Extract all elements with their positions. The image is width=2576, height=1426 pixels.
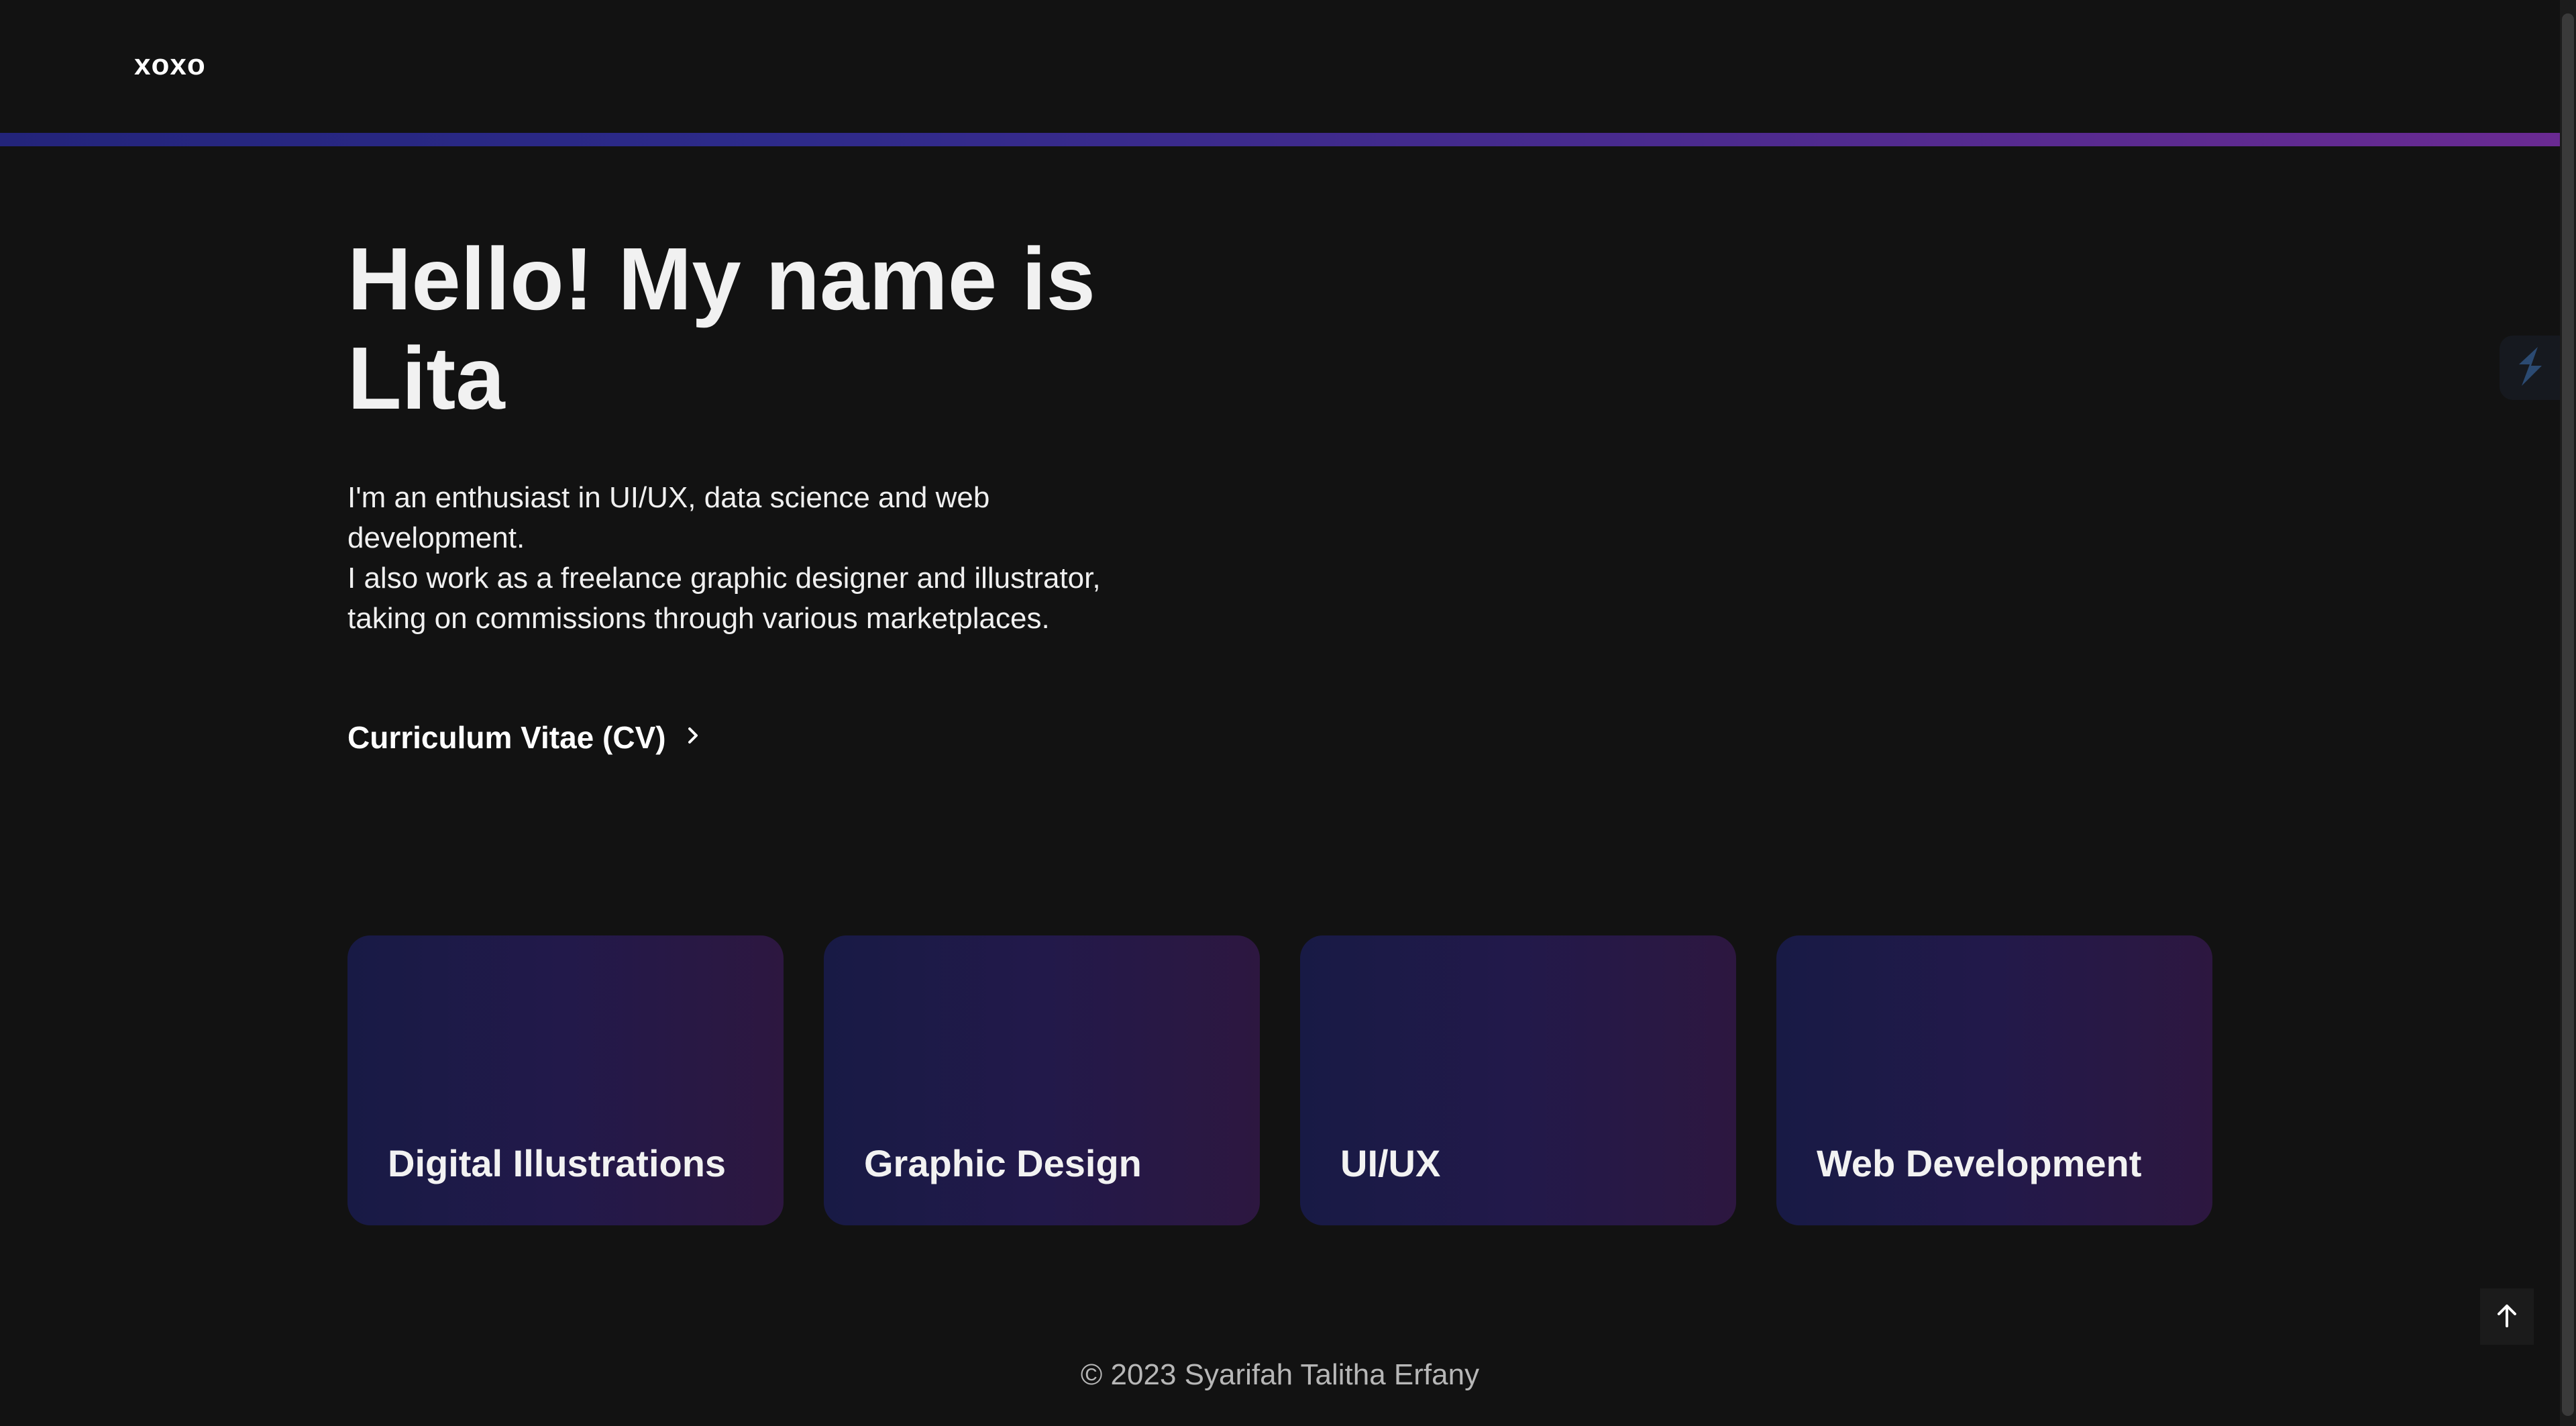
lightning-icon	[2511, 344, 2548, 392]
page: xoxo Hello! My name is Lita I'm an enthu…	[0, 0, 2576, 1426]
hero-description: I'm an enthusiast in UI/UX, data science…	[347, 478, 1152, 639]
site-logo[interactable]: xoxo	[134, 48, 206, 82]
category-card-label: UI/UX	[1340, 1142, 1441, 1184]
category-card-web-development[interactable]: Web Development	[1776, 935, 2212, 1225]
top-navbar: xoxo	[0, 0, 2560, 133]
scrollbar[interactable]	[2560, 0, 2576, 1426]
category-card-label: Graphic Design	[864, 1142, 1142, 1184]
chevron-right-icon	[686, 725, 701, 750]
side-widget-button[interactable]	[2500, 336, 2560, 400]
arrow-up-icon	[2495, 1302, 2519, 1332]
category-card-ui-ux[interactable]: UI/UX	[1300, 935, 1736, 1225]
category-card-digital-illustrations[interactable]: Digital Illustrations	[347, 935, 784, 1225]
footer-copyright: © 2023 Syarifah Talitha Erfany	[1080, 1358, 1480, 1391]
cv-link-label: Curriculum Vitae (CV)	[347, 720, 666, 755]
back-to-top-button[interactable]	[2480, 1288, 2534, 1345]
category-card-graphic-design[interactable]: Graphic Design	[824, 935, 1260, 1225]
accent-gradient-bar	[0, 133, 2560, 146]
cv-link[interactable]: Curriculum Vitae (CV)	[347, 719, 701, 756]
hero-title: Hello! My name is Lita	[347, 230, 1095, 427]
category-card-label: Digital Illustrations	[388, 1142, 727, 1184]
hero-description-line-2: I also work as a freelance graphic desig…	[347, 562, 1101, 635]
category-card-label: Web Development	[1817, 1142, 2142, 1184]
scrollbar-thumb[interactable]	[2562, 13, 2574, 1416]
hero-description-line-1: I'm an enthusiast in UI/UX, data science…	[347, 481, 990, 554]
